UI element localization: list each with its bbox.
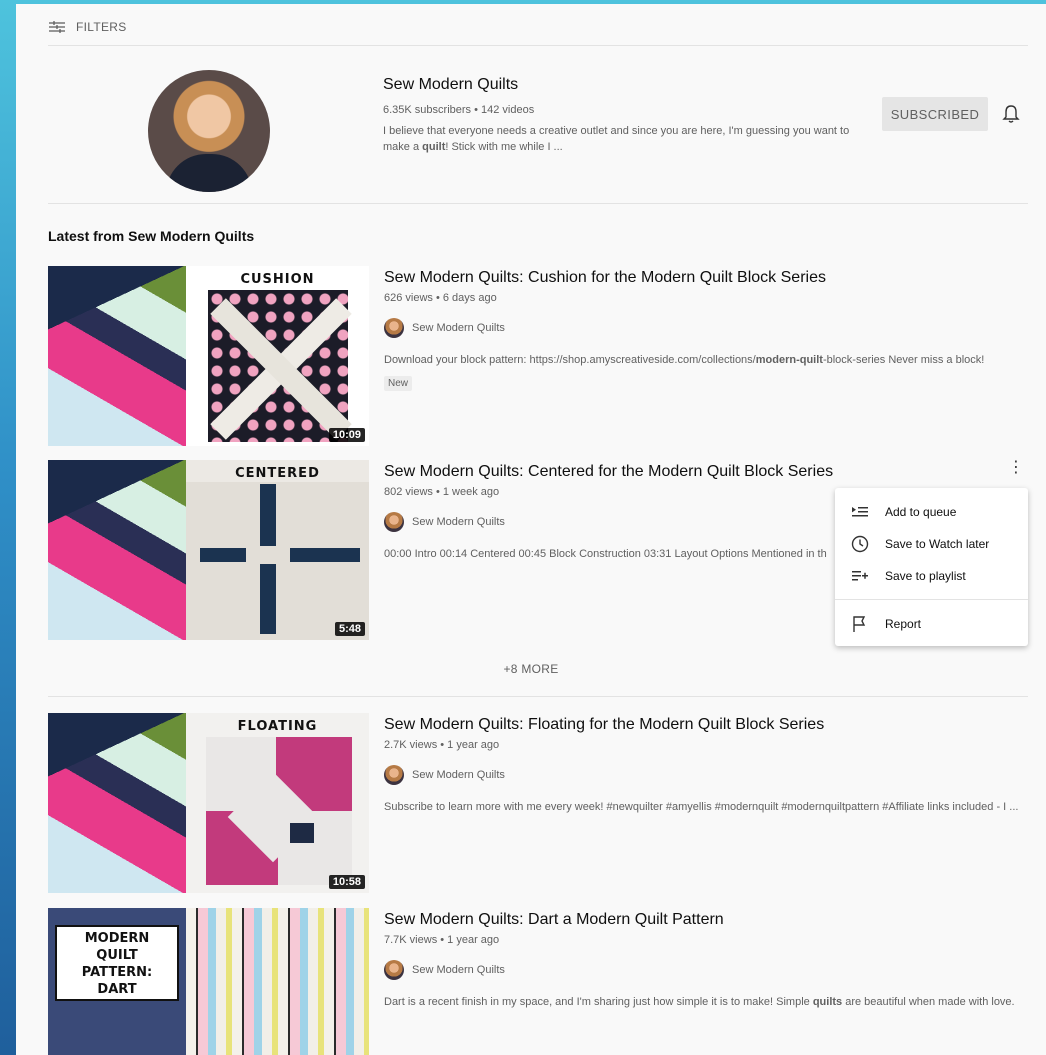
divider (48, 45, 1028, 46)
video-description: 00:00 Intro 00:14 Centered 00:45 Block C… (384, 548, 827, 560)
video-item[interactable]: FLOATING 10:58 Sew Modern Quilts: Floati… (48, 713, 1028, 893)
duration-badge: 10:58 (328, 875, 365, 889)
menu-item-watch-later[interactable]: Save to Watch later (835, 530, 1028, 558)
filters-button[interactable]: FILTERS (48, 20, 127, 34)
menu-item-save-to-playlist[interactable]: Save to playlist (835, 562, 1028, 590)
thumbnail-title-panel: MODERN QUILT PATTERN: DART (48, 908, 186, 1055)
video-title[interactable]: Sew Modern Quilts: Dart a Modern Quilt P… (384, 911, 724, 929)
video-thumbnail[interactable]: CENTERED 5:48 (48, 460, 369, 640)
channel-avatar-small[interactable] (384, 765, 404, 785)
thumbnail-quilt (186, 908, 369, 1055)
video-title[interactable]: Sew Modern Quilts: Cushion for the Moder… (384, 269, 826, 287)
clock-icon (835, 535, 885, 553)
channel-name-small[interactable]: Sew Modern Quilts (412, 769, 505, 781)
flag-icon (835, 615, 885, 633)
add-to-queue-icon (835, 505, 885, 519)
menu-item-label: Report (885, 617, 922, 631)
video-channel[interactable]: Sew Modern Quilts (384, 960, 505, 980)
thumbnail-fabric-art (48, 266, 186, 446)
video-thumbnail[interactable]: FLOATING 10:58 (48, 713, 369, 893)
channel-avatar-small[interactable] (384, 512, 404, 532)
video-description: Subscribe to learn more with me every we… (384, 801, 1019, 813)
video-channel[interactable]: Sew Modern Quilts (384, 512, 505, 532)
thumbnail-block (186, 266, 369, 446)
video-meta: 802 views • 1 week ago (384, 486, 500, 498)
menu-item-add-to-queue[interactable]: Add to queue (835, 498, 1028, 526)
channel-avatar[interactable] (148, 70, 270, 192)
show-more-button[interactable]: +8 MORE (16, 662, 1046, 676)
video-channel[interactable]: Sew Modern Quilts (384, 318, 505, 338)
video-channel[interactable]: Sew Modern Quilts (384, 765, 505, 785)
video-description: Dart is a recent finish in my space, and… (384, 996, 1015, 1008)
playlist-add-icon (835, 569, 885, 583)
subscribed-button[interactable]: SUBSCRIBED (882, 97, 988, 131)
video-meta: 7.7K views • 1 year ago (384, 934, 500, 946)
video-item[interactable]: CUSHION 10:09 Sew Modern Quilts: Cushion… (48, 266, 1028, 446)
divider (48, 203, 1028, 204)
menu-divider (835, 599, 1028, 600)
video-context-menu: Add to queue Save to Watch later Save to… (835, 488, 1028, 646)
thumbnail-fabric-art (48, 713, 186, 893)
video-thumbnail[interactable]: CUSHION 10:09 (48, 266, 369, 446)
duration-badge: 10:09 (328, 428, 365, 442)
new-badge: New (384, 376, 413, 391)
channel-name-small[interactable]: Sew Modern Quilts (412, 516, 505, 528)
channel-avatar-small[interactable] (384, 960, 404, 980)
filters-label: FILTERS (76, 20, 127, 34)
thumbnail-label: CUSHION (240, 272, 315, 287)
channel-name-small[interactable]: Sew Modern Quilts (412, 964, 505, 976)
channel-meta: 6.35K subscribers • 142 videos (383, 104, 535, 116)
thumbnail-block (186, 460, 369, 640)
channel-name[interactable]: Sew Modern Quilts (383, 76, 518, 94)
video-item[interactable]: MODERN QUILT PATTERN: DART Sew Modern Qu… (48, 908, 1028, 1055)
channel-description: I believe that everyone needs a creative… (383, 125, 850, 153)
video-meta: 626 views • 6 days ago (384, 292, 497, 304)
duration-badge: 5:48 (334, 622, 365, 636)
thumbnail-label: CENTERED (235, 466, 320, 481)
channel-avatar-small[interactable] (384, 318, 404, 338)
thumbnail-label: FLOATING (237, 719, 318, 734)
search-results-panel: FILTERS Sew Modern Quilts 6.35K subscrib… (16, 4, 1046, 1055)
video-description: Download your block pattern: https://sho… (384, 354, 985, 366)
menu-item-label: Save to Watch later (885, 537, 990, 551)
video-title[interactable]: Sew Modern Quilts: Floating for the Mode… (384, 716, 824, 734)
menu-item-label: Add to queue (885, 505, 957, 519)
bell-icon[interactable] (1002, 104, 1020, 124)
thumbnail-block (186, 713, 369, 893)
filters-icon (49, 21, 65, 33)
menu-item-label: Save to playlist (885, 569, 966, 583)
menu-item-report[interactable]: Report (835, 610, 1028, 638)
video-title[interactable]: Sew Modern Quilts: Centered for the Mode… (384, 463, 833, 481)
channel-name-small[interactable]: Sew Modern Quilts (412, 322, 505, 334)
video-thumbnail[interactable]: MODERN QUILT PATTERN: DART (48, 908, 369, 1055)
thumbnail-fabric-art (48, 460, 186, 640)
video-meta: 2.7K views • 1 year ago (384, 739, 500, 751)
divider (48, 696, 1028, 697)
section-title: Latest from Sew Modern Quilts (48, 228, 255, 244)
more-actions-icon[interactable]: ⋮ (1008, 460, 1024, 480)
thumbnail-title-card: MODERN QUILT PATTERN: DART (55, 925, 179, 1001)
